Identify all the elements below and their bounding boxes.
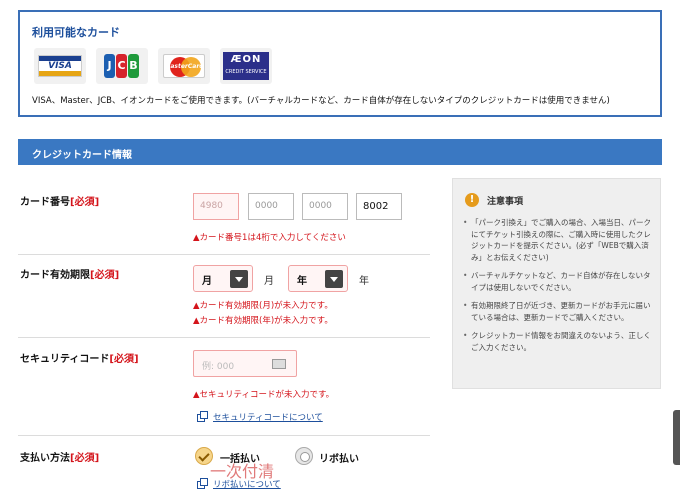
revolving-help-link[interactable]: リボ払いについて (213, 478, 281, 490)
card-number-label: カード番号[必須] (20, 197, 100, 208)
security-code-label: セキュリティコード[必須] (20, 354, 139, 365)
required-mark: [必須] (70, 453, 100, 464)
card-number-field-4[interactable]: 8002 (356, 193, 402, 220)
security-code-help-link[interactable]: セキュリティコードについて (213, 411, 323, 423)
required-mark: [必須] (90, 270, 120, 281)
divider (18, 337, 430, 338)
card-number-field-3[interactable]: 0000 (302, 193, 348, 220)
card-number-error: ▲カード番号1は4桁で入力してください (193, 233, 346, 243)
card-number-field-2[interactable]: 0000 (248, 193, 294, 220)
card-logos: VISA J C B MasterCard ÆON CREDIT SERVICE (34, 48, 272, 84)
required-mark: [必須] (109, 354, 139, 365)
security-code-error: ▲セキュリティコードが未入力です。 (193, 390, 335, 400)
year-unit: 年 (359, 276, 369, 287)
expiry-label: カード有効期限[必須] (20, 270, 120, 281)
divider (18, 435, 430, 436)
expiry-month-select[interactable]: 月 (193, 265, 253, 292)
warning-icon: ! (465, 193, 479, 207)
note-item: 有効期限終了日が近づき、更新カードがお手元に届いている場合は、更新カードでご購入… (463, 300, 655, 323)
visa-logo: VISA (34, 48, 86, 84)
section-title: クレジットカード情報 (32, 150, 132, 161)
note-item: バーチャルチケットなど、カード自体が存在しないタイプは使用しないでください。 (463, 270, 655, 293)
revolving-radio[interactable] (295, 447, 313, 465)
jcb-logo: J C B (96, 48, 148, 84)
expiry-month-error: ▲カード有効期限(月)が未入力です。 (193, 301, 333, 311)
payment-page: 利用可能なカード VISA J C B MasterCard ÆON CREDIT… (0, 0, 680, 501)
available-cards-panel: 利用可能なカード VISA J C B MasterCard ÆON CREDIT… (18, 10, 662, 117)
available-cards-title: 利用可能なカード (32, 26, 120, 39)
security-code-input[interactable]: 例: 000 (193, 350, 297, 377)
divider (18, 254, 430, 255)
required-mark: [必須] (70, 197, 100, 208)
chevron-down-icon (230, 270, 248, 288)
external-window-icon (197, 478, 208, 489)
available-cards-note: VISA、Master、JCB、イオンカードをご使用できます。(バーチャルカード… (32, 96, 610, 106)
notes-panel: ! 注意事項 「パーク引換え」でご購入の場合、入場当日、パークにてチケット引換え… (452, 178, 661, 389)
credit-card-info-header: クレジットカード情報 (18, 139, 662, 165)
expiry-year-error: ▲カード有効期限(年)が未入力です。 (193, 316, 333, 326)
aeon-logo: ÆON CREDIT SERVICE (220, 48, 272, 84)
external-window-icon (197, 411, 208, 422)
month-unit: 月 (264, 276, 274, 287)
payment-method-label: 支払い方法[必須] (20, 453, 100, 464)
notes-list: 「パーク引換え」でご購入の場合、入場当日、パークにてチケット引換えの際に、ご購入… (463, 217, 655, 360)
mastercard-logo: MasterCard (158, 48, 210, 84)
note-item: クレジットカード情報をお間違えのないよう、正しくご入力ください。 (463, 330, 655, 353)
notes-title: 注意事項 (487, 196, 524, 207)
side-scroll-tab[interactable] (673, 410, 680, 465)
expiry-year-select[interactable]: 年 (288, 265, 348, 292)
revolving-label[interactable]: リボ払い (319, 450, 359, 465)
keyboard-icon[interactable] (272, 359, 286, 369)
chevron-down-icon (325, 270, 343, 288)
note-item: 「パーク引換え」でご購入の場合、入場当日、パークにてチケット引換えの際に、ご購入… (463, 217, 655, 263)
card-number-field-1[interactable]: 4980 (193, 193, 239, 220)
